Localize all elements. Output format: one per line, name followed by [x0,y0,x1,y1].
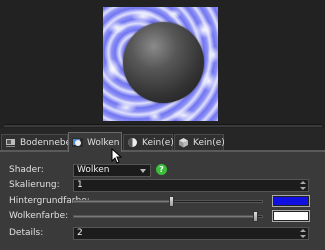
cloud-color-slider[interactable] [73,211,263,222]
details-input[interactable]: 2 [73,227,309,240]
preview-area [0,0,325,128]
clouds-icon [72,137,83,148]
mouse-cursor-icon [111,148,123,164]
swatch-fill [274,212,308,220]
scaling-input[interactable]: 1 [73,179,309,192]
background-color-swatch[interactable] [272,195,310,207]
preview-sphere [123,22,204,103]
cloud-color-swatch[interactable] [272,210,310,222]
scaling-value: 1 [77,180,83,190]
tab-kein-1[interactable]: Kein(e) [123,134,174,150]
tab-label: Wolken [87,137,120,148]
tab-label: Kein(e) [142,137,174,148]
tab-bodennebel[interactable]: Bodennebel [1,134,74,150]
half-moon-icon [127,137,138,148]
tab-label: Kein(e) [193,137,225,148]
details-label: Details: [9,228,44,238]
slider-thumb[interactable] [253,211,258,222]
spinner-icon[interactable] [300,229,306,238]
slider-fill [74,201,172,202]
background-color-slider[interactable] [73,196,263,207]
help-icon[interactable]: ? [156,164,167,175]
settings-panel: Shader: Wolken ? Skalierung: 1 Hintergru… [0,151,325,250]
tab-bar: Bodennebel Wolken Kein(e) Kein(e) [0,131,325,152]
preview-separator[interactable] [4,124,322,127]
shader-value: Wolken [77,165,110,175]
details-value: 2 [77,228,83,238]
scaling-label: Skalierung: [9,180,60,190]
swatch-fill [274,197,308,205]
tab-kein-2[interactable]: Kein(e) [174,134,225,150]
slider-fill [74,216,257,217]
shader-label: Shader: [9,165,44,175]
cube-icon [178,137,189,148]
chevron-down-icon [140,169,146,173]
fog-icon [5,137,16,148]
cloud-color-label: Wolkenfarbe: [9,211,69,221]
spinner-icon[interactable] [300,181,306,190]
shader-dropdown[interactable]: Wolken [73,164,151,177]
tab-label: Bodennebel [20,137,74,148]
material-preview [103,7,218,121]
slider-thumb[interactable] [169,196,174,207]
